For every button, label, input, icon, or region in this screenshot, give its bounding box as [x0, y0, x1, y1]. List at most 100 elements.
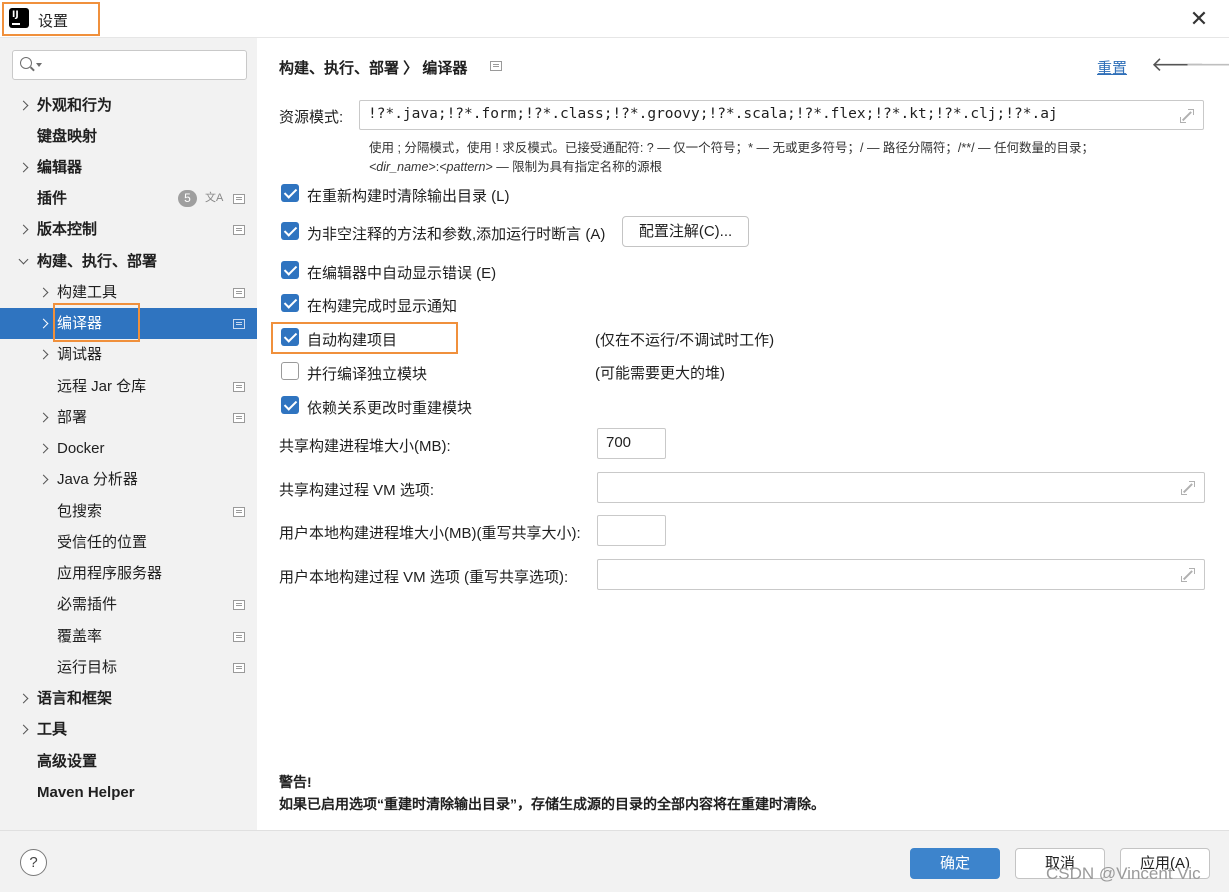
parallel-compile-note: (可能需要更大的堆) [595, 365, 725, 382]
local-vm-label: 用户本地构建过程 VM 选项 (重写共享选项): [279, 569, 569, 586]
project-scope-icon [490, 61, 502, 71]
configure-annotations-button[interactable]: 配置注解(C)... [622, 216, 749, 247]
dropdown-arrow-icon[interactable] [36, 63, 42, 67]
chevron-right-icon[interactable] [38, 433, 50, 464]
resource-hint-line2: <dir_name>:<pattern> — 限制为具有指定名称的源根 [369, 156, 662, 175]
help-button[interactable]: ? [20, 849, 47, 876]
sidebar-item-label: 调试器 [57, 346, 103, 363]
local-heap-input[interactable] [597, 515, 666, 546]
sidebar-item[interactable]: 受信任的位置 [0, 527, 257, 558]
sidebar-item-label: 应用程序服务器 [57, 565, 163, 582]
sidebar-item[interactable]: 运行目标 [0, 652, 257, 683]
notify-done-checkbox[interactable] [281, 294, 299, 312]
sidebar-item[interactable]: Docker [0, 433, 257, 464]
ok-button[interactable]: 确定 [910, 848, 1000, 879]
local-vm-input[interactable] [597, 559, 1205, 590]
sidebar-item[interactable]: 工具 [0, 714, 257, 745]
sidebar-item-label: 版本控制 [37, 221, 98, 238]
watermark: CSDN @Vincent Vic [1046, 864, 1201, 883]
sidebar-item-label: 包搜索 [57, 503, 103, 520]
sidebar-item-label: 编辑器 [37, 159, 83, 176]
shared-heap-value[interactable]: 700 [606, 434, 631, 451]
chevron-right-icon[interactable] [38, 464, 50, 495]
resource-hint-line1: 使用 ; 分隔模式，使用 ! 求反模式。已接受通配符: ? — 仅一个符号；* … [369, 141, 1095, 155]
chevron-right-icon[interactable] [38, 402, 50, 433]
sidebar-item[interactable]: 包搜索 [0, 496, 257, 527]
chevron-right-icon[interactable] [18, 90, 30, 121]
sidebar-item-label: 语言和框架 [37, 690, 113, 707]
breadcrumb: 构建、执行、部署 〉 编译器 [279, 60, 468, 77]
chevron-right-icon[interactable] [18, 714, 30, 745]
rebuild-deps-checkbox[interactable] [281, 396, 299, 414]
sidebar-item-label: 覆盖率 [57, 628, 103, 645]
shared-heap-label: 共享构建进程堆大小(MB): [279, 438, 451, 455]
close-icon[interactable]: ✕ [1186, 6, 1212, 32]
parallel-compile-checkbox[interactable] [281, 362, 299, 380]
sidebar-item[interactable]: 高级设置 [0, 746, 257, 777]
project-scope-icon [233, 319, 245, 329]
sidebar-item[interactable]: 应用程序服务器 [0, 558, 257, 589]
chevron-right-icon[interactable] [18, 683, 30, 714]
resource-patterns-label: 资源模式: [279, 109, 344, 126]
resource-patterns-value[interactable]: !?*.java;!?*.form;!?*.class;!?*.groovy;!… [368, 106, 1058, 122]
project-scope-icon [233, 632, 245, 642]
runtime-assertions-label[interactable]: 为非空注释的方法和参数,添加运行时断言 (A) [307, 223, 605, 244]
sidebar-item-label: 插件 [37, 190, 68, 207]
clear-output-checkbox[interactable] [281, 184, 299, 202]
resource-patterns-input[interactable]: !?*.java;!?*.form;!?*.class;!?*.groovy;!… [359, 100, 1204, 130]
project-scope-icon [233, 225, 245, 235]
sidebar-item-label: 必需插件 [57, 596, 118, 613]
chevron-right-icon[interactable] [38, 308, 50, 339]
sidebar-item-label: Docker [57, 440, 105, 457]
sidebar-item[interactable]: 构建、执行、部署 [0, 246, 257, 277]
runtime-assertions-checkbox[interactable] [281, 222, 299, 240]
show-errors-label[interactable]: 在编辑器中自动显示错误 (E) [307, 262, 496, 283]
sidebar-item[interactable]: 调试器 [0, 339, 257, 370]
chevron-right-icon[interactable] [38, 277, 50, 308]
sidebar-item-label: 运行目标 [57, 659, 118, 676]
expand-icon[interactable] [1181, 568, 1195, 582]
chevron-right-icon[interactable] [18, 214, 30, 245]
project-scope-icon [233, 288, 245, 298]
sidebar-item[interactable]: Java 分析器 [0, 464, 257, 495]
warning-title: 警告! [279, 774, 312, 790]
sidebar-item[interactable]: 外观和行为 [0, 90, 257, 121]
rebuild-deps-label[interactable]: 依赖关系更改时重建模块 [307, 397, 472, 418]
sidebar-item[interactable]: 部署 [0, 402, 257, 433]
chevron-down-icon[interactable] [18, 246, 30, 277]
highlight-box-title [2, 2, 100, 36]
sidebar-item[interactable]: 键盘映射 [0, 121, 257, 152]
expand-icon[interactable] [1181, 481, 1195, 495]
clear-output-label[interactable]: 在重新构建时清除输出目录 (L) [307, 185, 510, 206]
sidebar-item[interactable]: Maven Helper [0, 777, 257, 808]
sidebar-item[interactable]: 语言和框架 [0, 683, 257, 714]
forward-arrow-icon: 🡒 [1185, 54, 1229, 76]
sidebar-item[interactable]: 版本控制 [0, 214, 257, 245]
sidebar-item-label: 远程 Jar 仓库 [57, 378, 147, 395]
highlight-box-compiler [53, 303, 140, 342]
chevron-right-icon[interactable] [18, 152, 30, 183]
shared-heap-input[interactable]: 700 [597, 428, 666, 459]
sidebar-item[interactable]: 必需插件 [0, 589, 257, 620]
title-bar: IJ 设置 ✕ [0, 0, 1229, 38]
project-scope-icon [233, 382, 245, 392]
sidebar-item-label: 部署 [57, 409, 88, 426]
reset-link[interactable]: 重置 [1097, 57, 1127, 78]
search-icon [20, 57, 32, 69]
parallel-compile-label[interactable]: 并行编译独立模块 [307, 363, 427, 384]
search-input[interactable] [45, 53, 240, 77]
highlight-box-auto-build [271, 322, 458, 354]
sidebar-item-label: 外观和行为 [37, 97, 113, 114]
shared-vm-input[interactable] [597, 472, 1205, 503]
project-scope-icon [233, 413, 245, 423]
sidebar-item-label: 受信任的位置 [57, 534, 148, 551]
sidebar-item[interactable]: 远程 Jar 仓库 [0, 371, 257, 402]
sidebar-item[interactable]: 编辑器 [0, 152, 257, 183]
sidebar-item[interactable]: 插件 5 文A [0, 183, 257, 214]
notify-done-label[interactable]: 在构建完成时显示通知 [307, 295, 457, 316]
sidebar-item[interactable]: 覆盖率 [0, 621, 257, 652]
search-field[interactable] [12, 50, 247, 80]
show-errors-checkbox[interactable] [281, 261, 299, 279]
expand-icon[interactable] [1180, 109, 1194, 123]
chevron-right-icon[interactable] [38, 339, 50, 370]
